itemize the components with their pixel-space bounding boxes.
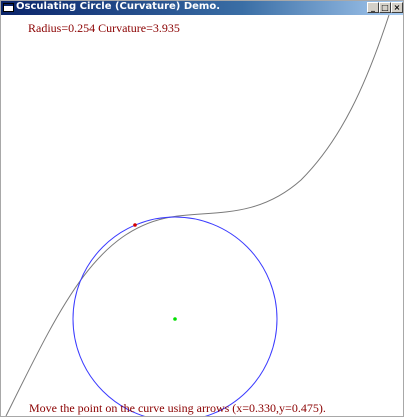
minimize-button[interactable]: _ xyxy=(367,2,379,13)
maximize-button[interactable]: □ xyxy=(379,2,391,13)
instruction-text: Move the point on the curve using arrows… xyxy=(29,401,326,415)
window-title: Osculating Circle (Curvature) Demo. xyxy=(16,1,221,12)
osculating-circle xyxy=(72,216,278,416)
curve xyxy=(5,15,390,416)
radius-curvature-readout: Radius=0.254 Curvature=3.935 xyxy=(28,21,180,35)
drawing-area[interactable]: Radius=0.254 Curvature=3.935 Move the po… xyxy=(1,15,403,416)
plot-canvas xyxy=(5,15,390,416)
app-icon xyxy=(3,3,14,12)
point-on-curve[interactable] xyxy=(133,223,137,227)
circle-center xyxy=(173,317,177,321)
close-button[interactable]: × xyxy=(391,2,403,13)
app-window: Osculating Circle (Curvature) Demo. _ □ … xyxy=(0,0,404,417)
title-bar[interactable]: Osculating Circle (Curvature) Demo. _ □ … xyxy=(1,1,403,15)
